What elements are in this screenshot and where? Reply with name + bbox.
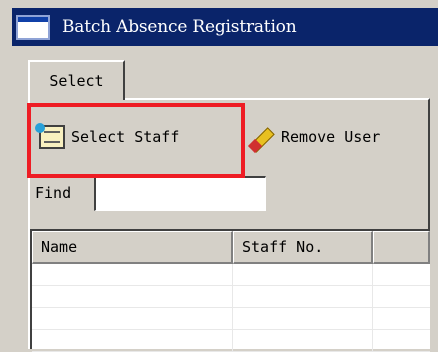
eraser-icon (245, 123, 279, 154)
cell-blank (373, 264, 430, 286)
table-row[interactable] (32, 264, 430, 286)
cell-blank (373, 286, 430, 308)
window-icon (16, 14, 50, 40)
cell-name (32, 264, 233, 286)
tab-select-label: Select (49, 72, 104, 90)
batch-absence-window: Batch Absence Registration Select Select… (0, 0, 438, 352)
column-header-blank (373, 231, 430, 264)
staff-grid[interactable]: Name Staff No. (30, 229, 430, 352)
column-header-staff-no[interactable]: Staff No. (233, 231, 373, 264)
tab-gap (30, 97, 123, 101)
grid-body (32, 264, 430, 352)
remove-user-button[interactable]: Remove User (245, 122, 381, 154)
cell-name (32, 308, 233, 330)
find-label: Find (35, 184, 72, 202)
select-staff-label: Select Staff (71, 128, 180, 146)
find-input[interactable] (94, 176, 266, 211)
cell-name (32, 286, 233, 308)
cell-blank (373, 308, 430, 330)
table-row[interactable] (32, 286, 430, 308)
select-staff-button[interactable]: Select Staff (35, 122, 179, 152)
table-row[interactable] (32, 308, 430, 330)
remove-user-label: Remove User (281, 128, 381, 146)
cell-staff-no (233, 264, 373, 286)
staff-card-icon (35, 123, 69, 151)
tab-select[interactable]: Select (28, 60, 125, 100)
window-title: Batch Absence Registration (62, 17, 297, 37)
title-bar[interactable]: Batch Absence Registration (12, 8, 438, 46)
grid-header: Name Staff No. (32, 231, 430, 264)
column-header-name[interactable]: Name (32, 231, 233, 264)
cell-staff-no (233, 308, 373, 330)
cell-staff-no (233, 286, 373, 308)
